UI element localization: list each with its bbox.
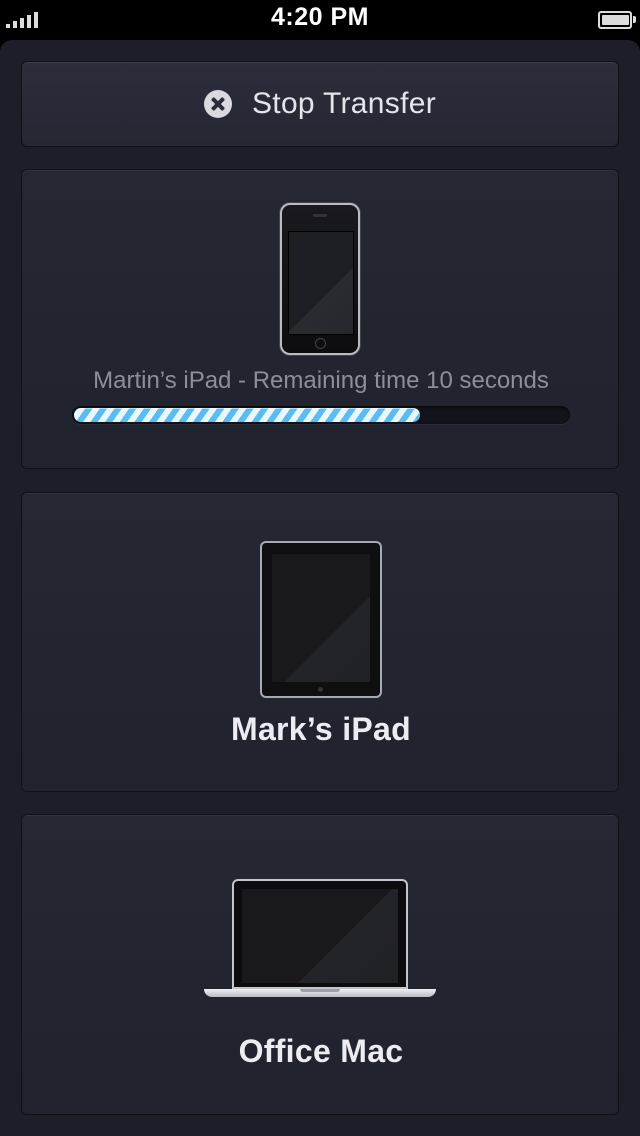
close-circle-icon — [204, 90, 232, 118]
device-card-marks-ipad[interactable]: Mark’s iPad — [21, 492, 619, 792]
device-card-office-mac[interactable]: Office Mac — [21, 814, 619, 1115]
macbook-icon — [204, 879, 436, 1001]
device-name: Office Mac — [238, 1033, 404, 1069]
active-transfer-card: Martin’s iPad - Remaining time 10 second… — [21, 169, 619, 469]
battery-level — [602, 15, 629, 25]
transfer-progress-fill — [74, 408, 420, 422]
screen: 4:20 PM Stop Transfer Martin’s iPad - Re… — [0, 0, 640, 1136]
ipad-icon — [260, 541, 382, 698]
status-bar: 4:20 PM — [0, 0, 640, 40]
battery-icon — [598, 11, 636, 29]
transfer-status-text: Martin’s iPad - Remaining time 10 second… — [93, 367, 549, 394]
status-time: 4:20 PM — [271, 3, 369, 31]
iphone-icon — [280, 203, 360, 355]
transfer-screen: Stop Transfer Martin’s iPad - Remaining … — [0, 40, 640, 1136]
transfer-progress-bar — [72, 406, 570, 424]
stop-transfer-label: Stop Transfer — [252, 87, 436, 120]
device-name: Mark’s iPad — [231, 711, 411, 747]
stop-transfer-button[interactable]: Stop Transfer — [21, 61, 619, 147]
